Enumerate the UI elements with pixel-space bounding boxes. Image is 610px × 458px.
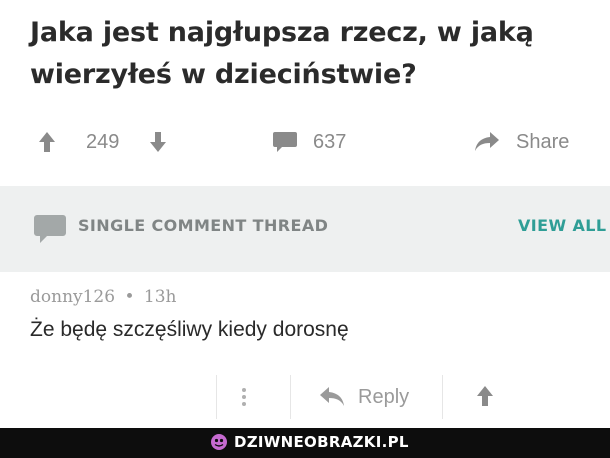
post-title: Jaka jest najgłupsza rzecz, w jaką wierz… — [30, 12, 590, 96]
upvote-count: 249 — [86, 130, 120, 153]
share-button[interactable] — [474, 120, 500, 164]
more-icon — [242, 388, 246, 406]
thread-label: SINGLE COMMENT THREAD — [78, 216, 329, 235]
brand-text: DZIWNEOBRAZKI.PL — [234, 433, 409, 451]
downvote-icon — [150, 132, 166, 152]
more-options-button[interactable] — [236, 385, 252, 409]
comment-count: 637 — [313, 130, 347, 153]
comment-author[interactable]: donny126 — [30, 287, 115, 307]
divider — [216, 375, 217, 419]
divider — [290, 375, 291, 419]
meta-separator: • — [124, 287, 135, 307]
reply-button[interactable]: Reply — [318, 375, 409, 419]
post-title-line-2: wierzyłeś w dzieciństwie? — [30, 59, 417, 90]
reply-label: Reply — [358, 385, 410, 408]
comment-upvote-button[interactable] — [476, 385, 494, 412]
comments-button[interactable] — [272, 120, 298, 164]
comment-icon — [273, 132, 297, 152]
brand-watermark: DZIWNEOBRAZKI.PL — [210, 433, 409, 451]
reply-icon — [320, 387, 344, 406]
share-label[interactable]: Share — [516, 120, 569, 164]
comment-actions: Reply — [0, 375, 610, 419]
brand-logo-icon — [211, 434, 227, 450]
upvote-icon — [477, 386, 493, 406]
post-actions: 249 637 Share — [0, 120, 610, 164]
share-icon — [475, 132, 499, 151]
comment-age: 13h — [143, 287, 177, 307]
divider — [442, 375, 443, 419]
comment-meta: donny126 • 13h — [30, 287, 177, 307]
post-title-line-1: Jaka jest najgłupsza rzecz, w jaką — [30, 17, 534, 48]
comment-text: Że będę szczęśliwy kiedy dorosnę — [30, 318, 349, 341]
upvote-button[interactable] — [38, 120, 56, 164]
downvote-button[interactable] — [149, 120, 167, 164]
chat-bubble-icon — [34, 215, 66, 243]
view-all-link[interactable]: VIEW ALL — [518, 216, 606, 235]
upvote-icon — [39, 132, 55, 152]
watermark-footer: DZIWNEOBRAZKI.PL — [0, 428, 610, 458]
single-comment-thread-bar: SINGLE COMMENT THREAD VIEW ALL — [0, 186, 610, 272]
